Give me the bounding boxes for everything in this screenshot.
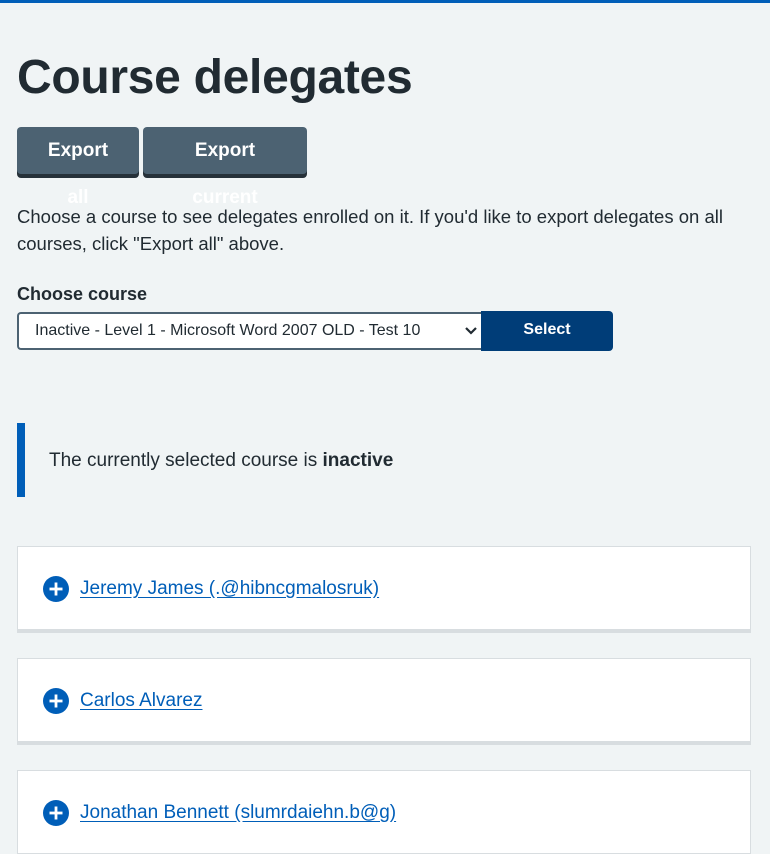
course-select[interactable]: Inactive - Level 1 - Microsoft Word 2007… — [17, 312, 481, 350]
plus-circle-icon[interactable] — [43, 688, 69, 714]
delegate-card: Jonathan Bennett (slumrdaiehn.b@g) — [17, 770, 751, 854]
intro-text: Choose a course to see delegates enrolle… — [17, 206, 723, 254]
choose-course-label: Choose course — [17, 284, 148, 304]
delegate-name-link[interactable]: Jeremy James (.@hibncgmalosruk) — [80, 576, 379, 602]
status-inset: The currently selected course is inactiv… — [17, 423, 753, 497]
page-title: Course delegates — [17, 51, 413, 104]
delegate-name-link[interactable]: Jonathan Bennett (slumrdaiehn.b@g) — [80, 800, 396, 826]
chevron-down-icon — [465, 327, 477, 335]
plus-circle-icon[interactable] — [43, 800, 69, 826]
inset-text-prefix: The currently selected course is — [49, 450, 323, 471]
export-current-button[interactable]: Export current — [143, 127, 307, 208]
delegate-name-link[interactable]: Carlos Alvarez — [80, 688, 203, 714]
inset-text: The currently selected course is inactiv… — [49, 449, 393, 473]
course-select-value: Inactive - Level 1 - Microsoft Word 2007… — [35, 322, 421, 339]
delegate-card: Jeremy James (.@hibncgmalosruk) — [17, 546, 751, 630]
inset-status-word: inactive — [322, 450, 394, 471]
select-course-button[interactable]: Select — [481, 311, 613, 351]
top-accent-bar — [0, 0, 770, 3]
plus-circle-icon[interactable] — [43, 576, 69, 602]
delegate-card: Carlos Alvarez — [17, 658, 751, 742]
inset-accent-bar — [17, 423, 25, 497]
export-all-button[interactable]: Export all — [17, 127, 139, 208]
